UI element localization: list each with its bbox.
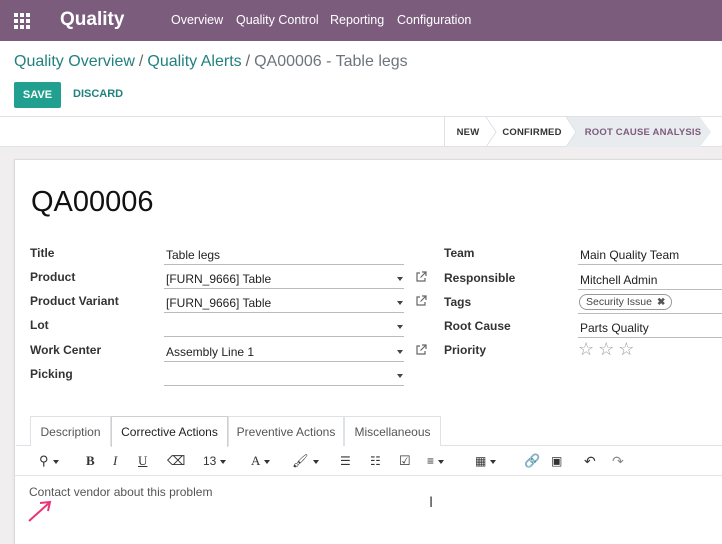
lot-label: Lot	[30, 318, 49, 332]
breadcrumb-separator: /	[245, 53, 251, 70]
apps-grid-icon[interactable]	[14, 13, 30, 29]
picking-label: Picking	[30, 367, 73, 381]
paintbrush-icon[interactable]: 🖌	[292, 453, 319, 469]
priority-stars: ☆ ☆ ☆	[578, 340, 634, 358]
work-center-select[interactable]: Assembly Line 1	[166, 345, 254, 359]
breadcrumb: Quality Overview / Quality Alerts / QA00006 …	[14, 53, 408, 71]
team-label: Team	[444, 246, 475, 260]
checklist-icon[interactable]: ☑	[399, 453, 411, 469]
work-center-underline	[164, 361, 404, 362]
star-icon[interactable]: ☆	[618, 340, 634, 358]
menu-configuration[interactable]: Configuration	[397, 13, 471, 27]
external-link-icon[interactable]	[415, 344, 427, 356]
tab-preventive-actions[interactable]: Preventive Actions	[228, 416, 344, 446]
work-center-caret-icon[interactable]	[397, 350, 403, 354]
numbered-list-icon[interactable]: ☷	[370, 453, 381, 469]
tag-badge[interactable]: Security Issue ✖	[579, 294, 673, 310]
tags-label: Tags	[444, 295, 472, 309]
save-button[interactable]: SAVE	[14, 82, 61, 108]
image-icon[interactable]: ▣	[551, 453, 562, 469]
priority-label: Priority	[444, 343, 487, 357]
variant-caret-icon[interactable]	[397, 301, 403, 305]
title-underline	[164, 264, 404, 265]
stage-confirmed[interactable]: CONFIRMED	[497, 117, 567, 147]
form-sheet: QA00006 Title Table legs Product [FURN_9…	[14, 159, 722, 544]
external-link-icon[interactable]	[415, 271, 427, 283]
breadcrumb-quality-alerts[interactable]: Quality Alerts	[147, 53, 241, 70]
tab-miscellaneous[interactable]: Miscellaneous	[344, 416, 441, 446]
root-cause-underline	[578, 337, 722, 338]
product-select[interactable]: [FURN_9666] Table	[166, 272, 271, 286]
title-input[interactable]: Table legs	[166, 248, 220, 262]
menu-overview[interactable]: Overview	[171, 13, 223, 27]
underline-button[interactable]: U	[138, 453, 147, 469]
menu-reporting[interactable]: Reporting	[330, 13, 384, 27]
discard-button[interactable]: DISCARD	[73, 88, 123, 100]
star-icon[interactable]: ☆	[578, 340, 594, 358]
team-select[interactable]: Main Quality Team	[580, 248, 679, 262]
magic-wand-icon[interactable]: ⚲	[39, 453, 59, 469]
status-bar: NEW CONFIRMED ROOT CAUSE ANALYSIS	[0, 117, 722, 147]
external-link-icon[interactable]	[415, 295, 427, 307]
lot-caret-icon[interactable]	[397, 325, 403, 329]
work-center-label: Work Center	[30, 343, 102, 357]
stage-root-cause-analysis[interactable]: ROOT CAUSE ANALYSIS	[578, 117, 708, 147]
editor-content[interactable]: Contact vendor about this problem	[29, 485, 212, 499]
font-size-dropdown[interactable]: 13	[203, 453, 227, 469]
bullet-list-icon[interactable]: ☰	[340, 453, 351, 469]
tab-description[interactable]: Description	[30, 416, 111, 446]
redo-icon[interactable]: ↷	[612, 453, 624, 469]
picking-underline	[164, 385, 404, 386]
link-icon[interactable]: 🔗	[524, 453, 540, 469]
tag-label: Security Issue	[586, 296, 652, 308]
stage-arrow-icon	[485, 117, 497, 147]
font-color-icon: A	[251, 453, 261, 468]
undo-icon[interactable]: ↶	[584, 453, 596, 469]
product-caret-icon[interactable]	[397, 277, 403, 281]
star-icon[interactable]: ☆	[598, 340, 614, 358]
menu-quality-control[interactable]: Quality Control	[236, 13, 319, 27]
bold-button[interactable]: B	[86, 453, 95, 469]
product-underline	[164, 288, 404, 289]
product-label: Product	[30, 270, 76, 284]
align-dropdown[interactable]: ≡	[427, 453, 445, 469]
eraser-icon[interactable]: ⌫	[167, 453, 185, 469]
table-dropdown[interactable]: ▦	[475, 453, 497, 469]
control-panel: Quality Overview / Quality Alerts / QA00006 …	[0, 41, 722, 117]
product-variant-label: Product Variant	[30, 294, 119, 308]
responsible-select[interactable]: Mitchell Admin	[580, 273, 657, 287]
record-title: QA00006	[31, 186, 154, 218]
picking-caret-icon[interactable]	[397, 374, 403, 378]
font-color-dropdown[interactable]: A	[251, 453, 271, 469]
breadcrumb-current: QA00006 - Table legs	[254, 53, 408, 70]
app-title[interactable]: Quality	[60, 9, 124, 31]
breadcrumb-separator: /	[138, 53, 144, 70]
font-size-value: 13	[203, 454, 217, 468]
close-icon[interactable]: ✖	[657, 297, 665, 308]
root-cause-label: Root Cause	[444, 319, 511, 333]
team-underline	[578, 264, 722, 265]
top-navbar: Quality Overview Quality Control Reporti…	[0, 0, 722, 41]
tags-underline	[578, 313, 722, 314]
breadcrumb-quality-overview[interactable]: Quality Overview	[14, 53, 135, 70]
annotation-arrow-icon	[28, 500, 52, 522]
editor-toolbar: ⚲ B I U ⌫ 13 A 🖌 ☰ ☷ ☑ ≡ ▦ 🔗 ▣ ↶ ↷	[15, 446, 722, 476]
tab-corrective-actions[interactable]: Corrective Actions	[111, 416, 228, 447]
root-cause-select[interactable]: Parts Quality	[580, 321, 649, 335]
variant-underline	[164, 312, 404, 313]
lot-underline	[164, 336, 404, 337]
italic-button[interactable]: I	[113, 453, 117, 469]
responsible-underline	[578, 289, 722, 290]
text-cursor-icon: I	[429, 495, 434, 511]
responsible-label: Responsible	[444, 271, 516, 285]
product-variant-select[interactable]: [FURN_9666] Table	[166, 296, 271, 310]
title-label: Title	[30, 246, 55, 260]
